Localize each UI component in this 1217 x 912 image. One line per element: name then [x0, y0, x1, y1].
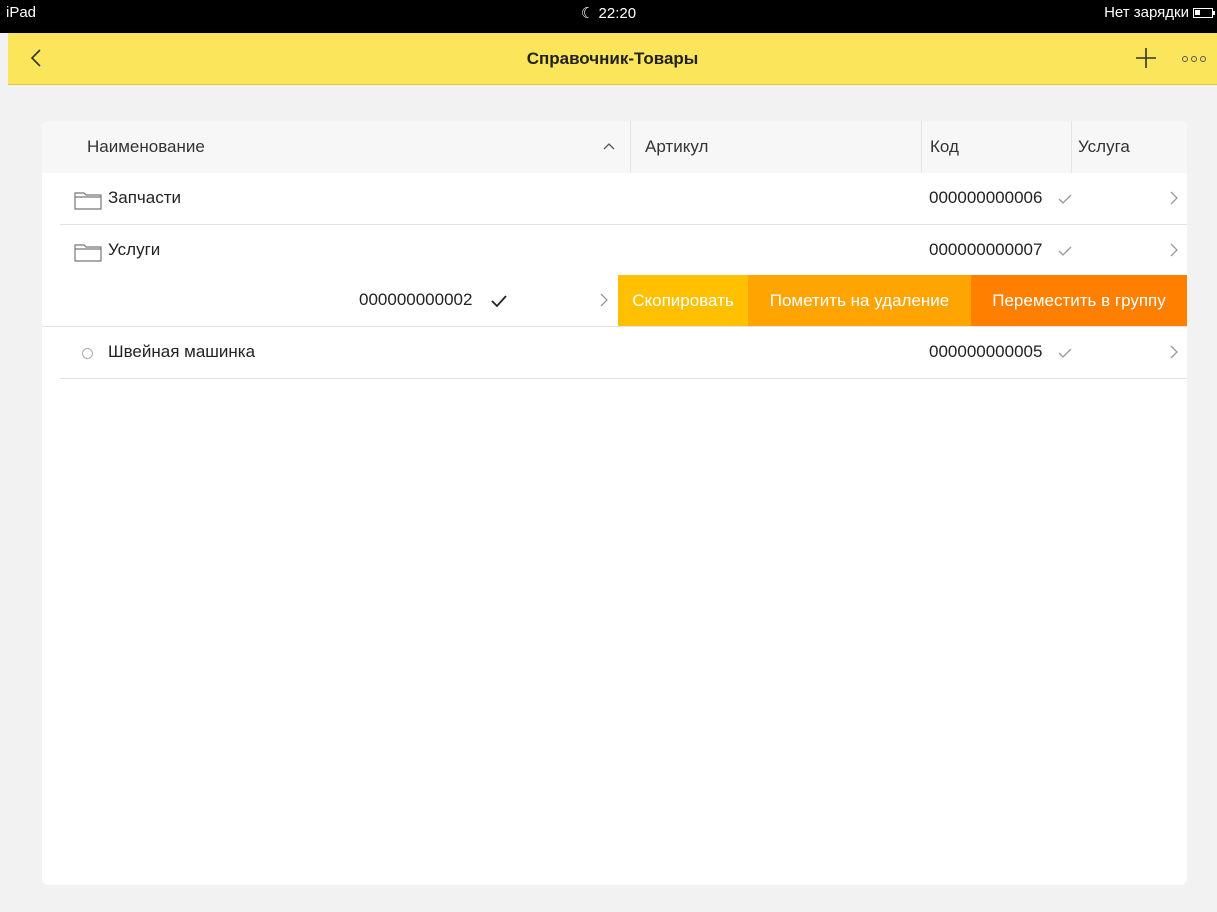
- table-row[interactable]: Швейная машинка 000000000005: [60, 327, 1187, 379]
- row-code: 000000000007: [929, 240, 1043, 259]
- checkmark-icon: [491, 295, 507, 308]
- battery-icon: [1193, 7, 1215, 18]
- battery-text: Нет зарядки: [1104, 4, 1189, 21]
- chevron-right-icon: [1170, 191, 1178, 205]
- column-header-service[interactable]: Услуга: [1071, 121, 1187, 173]
- swiped-table-row[interactable]: 000000000002 Скопировать Пометить на уда…: [42, 275, 1187, 327]
- catalog-table: Наименование Артикул Код Услуга Запчасти…: [42, 121, 1187, 885]
- status-time-group: ☾ 22:20: [0, 4, 1217, 22]
- more-icon[interactable]: [1179, 53, 1209, 65]
- status-bar: iPad ☾ 22:20 Нет зарядки: [0, 0, 1217, 33]
- row-code: 000000000006: [929, 188, 1043, 207]
- battery-status: Нет зарядки: [1104, 4, 1215, 21]
- folder-icon: [74, 192, 102, 210]
- mark-delete-button[interactable]: Пометить на удаление: [748, 275, 971, 326]
- item-circle-icon: [82, 348, 93, 359]
- copy-button[interactable]: Скопировать: [618, 275, 748, 326]
- chevron-left-icon[interactable]: [22, 43, 52, 73]
- page-title: Справочник-Товары: [526, 49, 699, 68]
- chevron-right-icon: [600, 293, 608, 307]
- column-header-code[interactable]: Код: [921, 121, 1071, 173]
- moon-icon: ☾: [580, 5, 599, 22]
- status-time: 22:20: [598, 5, 637, 22]
- chevron-up-icon[interactable]: [602, 141, 616, 151]
- chevron-right-icon: [1170, 345, 1178, 359]
- plus-icon[interactable]: [1133, 45, 1159, 71]
- row-code: 000000000005: [929, 342, 1043, 361]
- row-name: Запчасти: [108, 188, 182, 207]
- navigation-bar: Справочник-Товары: [8, 33, 1217, 85]
- checkmark-icon: [1058, 194, 1072, 204]
- row-code: 000000000002: [359, 290, 473, 309]
- checkmark-icon: [1058, 348, 1072, 358]
- checkmark-icon: [1058, 246, 1072, 256]
- chevron-right-icon: [1170, 243, 1178, 257]
- folder-icon: [74, 244, 102, 262]
- column-header-article[interactable]: Артикул: [630, 121, 921, 173]
- table-row[interactable]: Услуги 000000000007: [60, 225, 1187, 277]
- row-name: Услуги: [108, 240, 161, 259]
- move-to-group-button[interactable]: Переместить в группу: [971, 275, 1187, 326]
- column-header-name[interactable]: Наименование: [87, 121, 205, 173]
- table-row[interactable]: Запчасти 000000000006: [60, 173, 1187, 225]
- table-header: Наименование Артикул Код Услуга: [42, 121, 1187, 173]
- row-name: Швейная машинка: [108, 342, 256, 361]
